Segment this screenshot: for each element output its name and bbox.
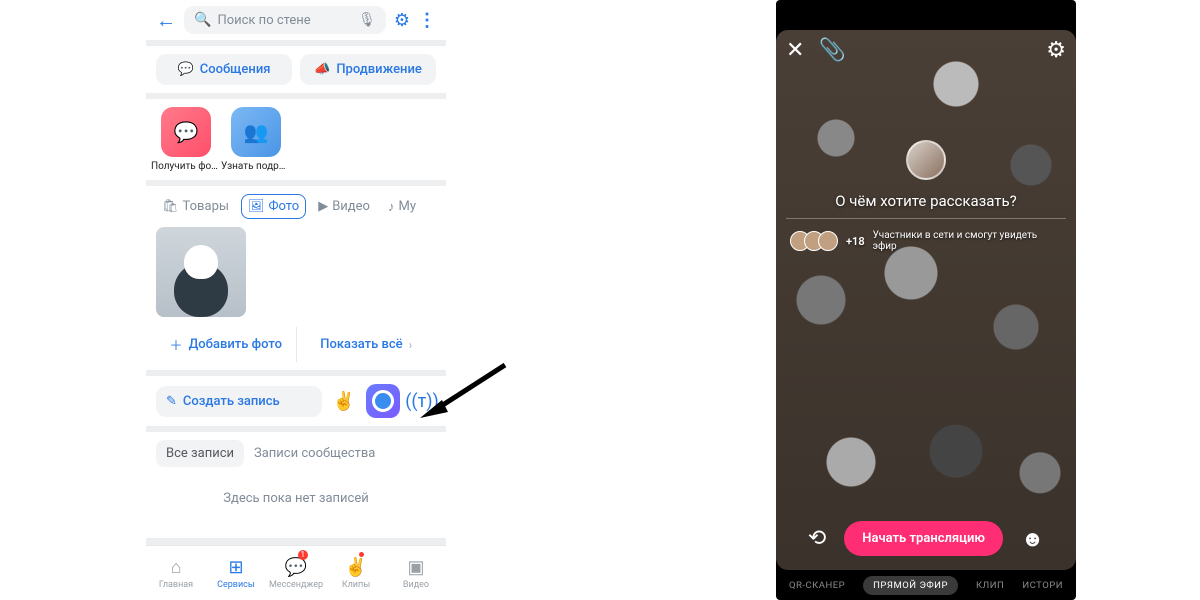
mode-clip[interactable]: КЛИП: [976, 580, 1004, 591]
viewers-text: Участники в сети и смогут увидеть эфир: [873, 230, 1062, 252]
voice-icon[interactable]: 🎙: [358, 12, 376, 28]
image-icon: 🖼: [248, 199, 265, 214]
compose-card: ✎ Создать запись ✌ ((т)): [146, 376, 446, 426]
mode-bar: QR-СКАНЕР ПРЯМОЙ ЭФИР КЛИП ИСТОРИ: [776, 570, 1076, 600]
bottom-nav: ⌂Главная ⊞Сервисы 1💬Мессенджер ✌Клипы ▣В…: [146, 545, 446, 600]
action-buttons-card: 💬 Сообщения 📣 Продвижение: [146, 46, 446, 93]
search-icon: 🔍: [194, 12, 211, 28]
tab-goods[interactable]: 🛍Товары: [156, 195, 235, 218]
tile-label: Получить фот…: [151, 161, 221, 172]
nav-messenger[interactable]: 1💬Мессенджер: [266, 546, 326, 600]
play-icon: ▶: [318, 199, 328, 214]
feed-card: Все записи Записи сообщества Здесь пока …: [146, 432, 446, 538]
nav-clips[interactable]: ✌Клипы: [326, 546, 386, 600]
viewers-count: +18: [846, 235, 865, 248]
plus-icon: ＋: [170, 335, 183, 354]
broadcast-icon-button[interactable]: ((т)): [408, 387, 436, 415]
settings-icon[interactable]: ⚙: [394, 10, 410, 31]
story-bottom-controls: ⟲ Начать трансляцию ☻: [776, 521, 1076, 556]
filter-community[interactable]: Записи сообщества: [254, 446, 375, 461]
tile-learn-more[interactable]: 👥 Узнать подро…: [226, 107, 286, 172]
create-post-label: Создать запись: [183, 394, 280, 409]
start-stream-button[interactable]: Начать трансляцию: [844, 521, 1003, 556]
search-placeholder: Поиск по стене: [217, 13, 310, 28]
viewers-row[interactable]: +18 Участники в сети и смогут увидеть эф…: [790, 230, 1062, 252]
vk-live-screen: ✕ 📎 ⚙ О чём хотите рассказать? +18 Участ…: [776, 0, 1076, 600]
badge: 1: [298, 550, 309, 560]
topbar: ← 🔍 Поиск по стене 🎙 ⚙ ⋮: [146, 0, 446, 40]
tab-music[interactable]: ♪Му: [382, 195, 422, 219]
mode-qr[interactable]: QR-СКАНЕР: [789, 580, 845, 591]
tile-label: Узнать подро…: [221, 161, 291, 172]
clip-icon-button[interactable]: ✌: [330, 387, 358, 415]
filter-all[interactable]: Все записи: [156, 440, 244, 467]
divider: [786, 218, 1066, 219]
avatar[interactable]: [906, 140, 946, 180]
mask-icon[interactable]: ☻: [1021, 526, 1044, 552]
story-canvas: ✕ 📎 ⚙ О чём хотите рассказать? +18 Участ…: [776, 30, 1076, 570]
story-prompt[interactable]: О чём хотите рассказать?: [776, 192, 1076, 210]
mode-story[interactable]: ИСТОРИ: [1022, 580, 1063, 591]
live-story-button[interactable]: [366, 384, 400, 418]
tile-get-photo[interactable]: 💬 Получить фот…: [156, 107, 216, 172]
broadcast-icon: ((т)): [405, 391, 439, 412]
nav-video[interactable]: ▣Видео: [386, 546, 446, 600]
viewer-avatars: [790, 231, 838, 251]
nav-home[interactable]: ⌂Главная: [146, 546, 206, 600]
create-post-button[interactable]: ✎ Создать запись: [156, 386, 322, 417]
music-icon: ♪: [388, 199, 395, 215]
vk-community-screen: ← 🔍 Поиск по стене 🎙 ⚙ ⋮ 💬 Сообщения 📣 П…: [146, 0, 446, 600]
attach-icon[interactable]: 📎: [818, 38, 845, 63]
messages-button[interactable]: 💬 Сообщения: [156, 54, 292, 85]
promo-label: Продвижение: [336, 62, 422, 77]
chat-bubble-icon: 💬: [174, 120, 199, 144]
tab-photo[interactable]: 🖼Фото: [241, 194, 306, 219]
photo-actions: ＋Добавить фото Показать всё›: [156, 327, 436, 362]
more-icon[interactable]: ⋮: [418, 10, 436, 31]
megaphone-icon: 📣: [314, 62, 330, 77]
home-icon: ⌂: [171, 557, 182, 578]
video-icon: ▣: [407, 557, 424, 578]
nav-services[interactable]: ⊞Сервисы: [206, 546, 266, 600]
pencil-icon: ✎: [166, 394, 177, 409]
add-photo-button[interactable]: ＋Добавить фото: [156, 327, 297, 362]
dot-badge: [359, 552, 364, 557]
people-icon: 👥: [244, 120, 269, 144]
clip-icon: ✌: [333, 391, 355, 412]
settings-icon[interactable]: ⚙: [1046, 38, 1066, 63]
empty-state: Здесь пока нет записей: [156, 467, 436, 530]
messages-label: Сообщения: [200, 62, 271, 77]
chevron-right-icon: ›: [409, 338, 413, 352]
clips-icon: ✌: [345, 557, 367, 578]
tab-video[interactable]: ▶Видео: [312, 195, 376, 218]
avatar: [818, 231, 838, 251]
tiles-card: 💬 Получить фот… 👥 Узнать подро…: [146, 99, 446, 180]
media-tabs: 🛍Товары 🖼Фото ▶Видео ♪Му: [156, 194, 436, 219]
back-icon[interactable]: ←: [156, 8, 176, 33]
promo-button[interactable]: 📣 Продвижение: [300, 54, 436, 85]
story-ring-icon: [372, 390, 394, 412]
mode-live[interactable]: ПРЯМОЙ ЭФИР: [863, 576, 958, 595]
close-icon[interactable]: ✕: [786, 38, 804, 63]
chat-icon: 💬: [178, 62, 194, 77]
search-input[interactable]: 🔍 Поиск по стене 🎙: [184, 6, 386, 34]
bag-icon: 🛍: [162, 199, 179, 214]
story-topbar: ✕ 📎 ⚙: [786, 38, 1066, 63]
switch-camera-icon[interactable]: ⟲: [808, 526, 826, 551]
show-all-button[interactable]: Показать всё›: [297, 327, 437, 362]
services-icon: ⊞: [228, 557, 243, 578]
media-card: 🛍Товары 🖼Фото ▶Видео ♪Му ＋Добавить фото …: [146, 186, 446, 370]
photo-thumbnail[interactable]: [156, 227, 246, 317]
